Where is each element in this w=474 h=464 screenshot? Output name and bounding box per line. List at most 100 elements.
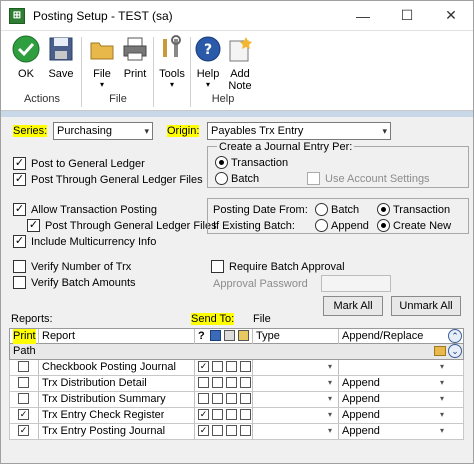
actions-group-label: Actions [23, 93, 61, 105]
close-button[interactable]: ✕ [429, 1, 473, 31]
table-row[interactable]: Checkbook Posting Journal ✓ ▾ ▾ [9, 360, 464, 376]
ok-button[interactable]: OK [9, 35, 43, 80]
verify-batch-amounts-checkbox[interactable] [13, 276, 26, 289]
allow-trx-posting-checkbox[interactable]: ✓ [13, 203, 26, 216]
send-email-checkbox[interactable] [240, 393, 251, 404]
require-batch-approval-checkbox[interactable] [211, 260, 224, 273]
approval-password-label: Approval Password [213, 278, 308, 290]
folder-icon[interactable] [434, 346, 446, 356]
unmark-all-button[interactable]: Unmark All [391, 296, 461, 316]
print-checkbox[interactable]: ✓ [18, 425, 29, 436]
pdf-batch-radio[interactable] [315, 203, 328, 216]
print-checkbox[interactable] [18, 361, 29, 372]
send-printer-checkbox[interactable] [212, 393, 223, 404]
column-divider [252, 392, 253, 407]
ribbon-separator [190, 37, 191, 107]
chevron-down-icon[interactable]: ▾ [328, 362, 332, 371]
add-note-button[interactable]: Add Note [225, 35, 255, 92]
send-screen-checkbox[interactable]: ✓ [198, 409, 209, 420]
collapse-icon[interactable]: ⌃ [448, 329, 462, 343]
ribbon-separator [81, 37, 82, 107]
transaction-label: Transaction [231, 157, 289, 169]
chevron-down-icon[interactable]: ▾ [440, 378, 444, 387]
posting-date-from-label: Posting Date From: [213, 204, 308, 216]
expand-icon[interactable]: ⌄ [448, 344, 462, 358]
file-label: File [93, 68, 111, 80]
send-file-checkbox[interactable] [226, 425, 237, 436]
print-button[interactable]: Print [119, 35, 151, 80]
send-printer-checkbox[interactable] [212, 377, 223, 388]
post-gl-label: Post to General Ledger [31, 158, 145, 170]
append-radio[interactable] [315, 219, 328, 232]
maximize-button[interactable]: ☐ [385, 1, 429, 31]
save-button[interactable]: Save [45, 35, 77, 80]
print-checkbox[interactable] [18, 393, 29, 404]
pdf-transaction-radio[interactable] [377, 203, 390, 216]
mark-all-button[interactable]: Mark All [323, 296, 383, 316]
post-gl-checkbox[interactable]: ✓ [13, 157, 26, 170]
ribbon-separator [153, 37, 154, 107]
send-printer-checkbox[interactable] [212, 409, 223, 420]
chevron-down-icon[interactable]: ▾ [328, 394, 332, 403]
send-file-checkbox[interactable] [226, 361, 237, 372]
table-row[interactable]: ✓ Trx Entry Posting Journal ✓ ▾ Append ▾ [9, 424, 464, 440]
print-label: Print [123, 68, 147, 80]
verify-num-trx-checkbox[interactable] [13, 260, 26, 273]
chevron-down-icon[interactable]: ▾ [328, 378, 332, 387]
tools-button[interactable]: Tools ▾ [157, 35, 187, 89]
approval-password-input[interactable] [321, 275, 391, 292]
send-printer-checkbox[interactable] [212, 425, 223, 436]
send-file-checkbox[interactable] [226, 377, 237, 388]
verify-num-trx-label: Verify Number of Trx [31, 261, 132, 273]
chevron-down-icon[interactable]: ▾ [440, 394, 444, 403]
column-divider [252, 424, 253, 439]
use-account-settings-checkbox[interactable] [307, 172, 320, 185]
multicurrency-checkbox[interactable]: ✓ [13, 235, 26, 248]
send-file-checkbox[interactable] [226, 409, 237, 420]
send-printer-checkbox[interactable] [212, 361, 223, 372]
help-label: Help [196, 68, 220, 80]
column-divider [38, 376, 39, 391]
batch-radio[interactable] [215, 172, 228, 185]
send-screen-checkbox[interactable]: ✓ [198, 425, 209, 436]
send-screen-checkbox[interactable] [198, 377, 209, 388]
send-email-checkbox[interactable] [240, 377, 251, 388]
chevron-down-icon[interactable]: ▾ [440, 362, 444, 371]
file-button[interactable]: File ▾ [87, 35, 117, 89]
help-icon: ? [195, 36, 221, 62]
send-email-checkbox[interactable] [240, 361, 251, 372]
send-screen-checkbox[interactable] [198, 393, 209, 404]
origin-value: Payables Trx Entry [211, 125, 304, 137]
chevron-down-icon[interactable]: ▾ [440, 426, 444, 435]
reports-grid: Print Report ? Type Append/Replace ⌃ Pat… [9, 328, 464, 440]
chevron-down-icon[interactable]: ▾ [328, 410, 332, 419]
post-through-gl2-checkbox[interactable]: ✓ [27, 219, 40, 232]
append-replace-value: Append [342, 425, 380, 437]
grid-header: Print Report ? Type Append/Replace ⌃ [9, 328, 464, 344]
note-icon [229, 37, 252, 62]
transaction-radio[interactable] [215, 156, 228, 169]
print-checkbox[interactable]: ✓ [18, 409, 29, 420]
print-checkbox[interactable] [18, 377, 29, 388]
append-replace-value: Append [342, 409, 380, 421]
column-divider [252, 408, 253, 423]
post-through-gl-checkbox[interactable]: ✓ [13, 173, 26, 186]
chevron-down-icon[interactable]: ▾ [328, 426, 332, 435]
help-button[interactable]: ? Help ▾ [195, 35, 221, 89]
multicurrency-label: Include Multicurrency Info [31, 236, 157, 248]
send-email-checkbox[interactable] [240, 409, 251, 420]
printer-icon [123, 37, 147, 61]
screen-icon [210, 330, 221, 341]
tools-label: Tools [159, 68, 185, 80]
series-dropdown[interactable]: Purchasing ▾ [53, 122, 153, 140]
send-screen-checkbox[interactable]: ✓ [198, 361, 209, 372]
create-new-radio[interactable] [377, 219, 390, 232]
minimize-button[interactable]: — [341, 1, 385, 31]
table-row[interactable]: Trx Distribution Summary ▾ Append ▾ [9, 392, 464, 408]
origin-dropdown[interactable]: Payables Trx Entry ▾ [207, 122, 391, 140]
chevron-down-icon[interactable]: ▾ [440, 410, 444, 419]
send-email-checkbox[interactable] [240, 425, 251, 436]
send-file-checkbox[interactable] [226, 393, 237, 404]
table-row[interactable]: ✓ Trx Entry Check Register ✓ ▾ Append ▾ [9, 408, 464, 424]
table-row[interactable]: Trx Distribution Detail ▾ Append ▾ [9, 376, 464, 392]
